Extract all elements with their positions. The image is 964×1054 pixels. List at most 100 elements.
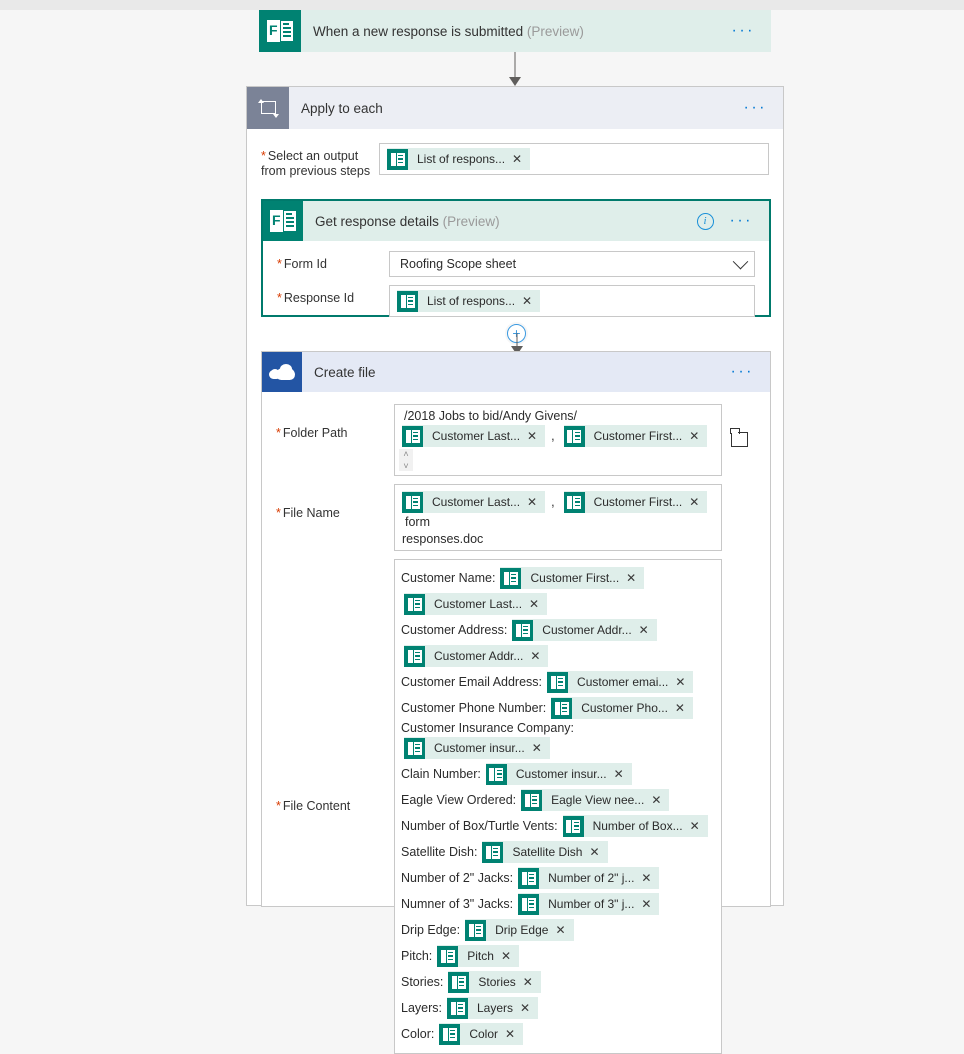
get-response-details-header[interactable]: F Get response details (Preview) i ··· [263, 201, 769, 241]
token-chip[interactable]: Customer emai... ✕ [547, 671, 694, 693]
token-chip-remove-icon[interactable]: ✕ [555, 923, 573, 937]
token-chip-remove-icon[interactable]: ✕ [527, 495, 545, 509]
folder-picker-button[interactable] [722, 404, 756, 476]
response-id-row: * Response Id List of respons... ✕ [263, 285, 769, 317]
token-chip-remove-icon[interactable]: ✕ [520, 1001, 538, 1015]
token-chip[interactable]: Customer First... ✕ [500, 567, 645, 589]
token-chip-remove-icon[interactable]: ✕ [527, 429, 545, 443]
file-name-input[interactable]: Customer Last... ✕ , Customer First... ✕… [394, 484, 722, 551]
forms-token-icon [397, 290, 418, 312]
token-chip-label: Number of 2" j... [548, 871, 635, 885]
token-chip[interactable]: List of respons... ✕ [397, 290, 541, 312]
form-id-dropdown[interactable]: Roofing Scope sheet [389, 251, 755, 277]
form-id-label: * Form Id [277, 251, 389, 272]
file-name-row: * File Name Customer Last... ✕ , Custome… [262, 484, 770, 551]
token-chip-remove-icon[interactable]: ✕ [689, 495, 707, 509]
token-chip-remove-icon[interactable]: ✕ [523, 975, 541, 989]
token-chip-remove-icon[interactable]: ✕ [641, 897, 659, 911]
token-chip[interactable]: Drip Edge ✕ [465, 919, 574, 941]
select-output-input[interactable]: List of respons... ✕ [379, 143, 769, 175]
token-chip[interactable]: Color ✕ [439, 1023, 524, 1045]
token-chip-remove-icon[interactable]: ✕ [530, 649, 548, 663]
token-chip[interactable]: Customer Addr... ✕ [404, 645, 549, 667]
token-chip[interactable]: Pitch ✕ [437, 945, 520, 967]
token-chip-remove-icon[interactable]: ✕ [641, 871, 659, 885]
file-name-label-text: File Name [282, 506, 340, 520]
apply-to-each-menu-button[interactable]: ··· [728, 100, 783, 116]
trigger-card-forms[interactable]: F When a new response is submitted (Prev… [259, 10, 771, 52]
token-chip-remove-icon[interactable]: ✕ [690, 819, 708, 833]
token-chip[interactable]: Customer First... ✕ [563, 491, 708, 513]
trigger-preview-tag: (Preview) [526, 23, 584, 39]
token-chip[interactable]: Customer Last... ✕ [402, 491, 546, 513]
token-chip[interactable]: Number of 2" j... ✕ [518, 867, 660, 889]
token-chip-remove-icon[interactable]: ✕ [512, 152, 530, 166]
file-content-line: Drip Edge: Drip Edge ✕ [401, 917, 715, 943]
token-chip-remove-icon[interactable]: ✕ [529, 597, 547, 611]
token-chip-remove-icon[interactable]: ✕ [689, 429, 707, 443]
token-chip[interactable]: Layers ✕ [447, 997, 539, 1019]
token-chip-remove-icon[interactable]: ✕ [675, 675, 693, 689]
chevron-down-icon[interactable] [732, 253, 749, 269]
response-id-input[interactable]: List of respons... ✕ [389, 285, 755, 317]
apply-to-each-card[interactable]: Apply to each ··· * Select an output from… [246, 86, 784, 1054]
token-chip-remove-icon[interactable]: ✕ [522, 294, 540, 308]
token-chip-remove-icon[interactable]: ✕ [589, 845, 607, 859]
file-content-input[interactable]: Customer Name: Customer First... ✕ Customer… [394, 559, 722, 1054]
response-id-label-text: Response Id [283, 291, 355, 305]
folder-icon [730, 428, 749, 447]
get-response-details-card[interactable]: F Get response details (Preview) i ··· *… [261, 199, 771, 317]
forms-token-icon [563, 491, 585, 513]
create-file-card[interactable]: Create file ··· * Folder Path /2018 Jobs … [261, 351, 771, 1054]
token-chip-label: Customer Addr... [542, 623, 632, 637]
token-chip[interactable]: Customer insur... ✕ [404, 737, 550, 759]
token-chip-remove-icon[interactable]: ✕ [614, 767, 632, 781]
file-content-line: Clain Number: Customer insur... ✕ [401, 761, 715, 787]
folder-path-input[interactable]: /2018 Jobs to bid/Andy Givens/ Customer … [394, 404, 722, 476]
token-chip-label: Pitch [467, 949, 494, 963]
token-chip[interactable]: Stories ✕ [448, 971, 541, 993]
file-content-line: Layers: Layers ✕ [401, 995, 715, 1021]
file-name-label: * File Name [276, 484, 394, 521]
forms-token-icon [518, 867, 540, 889]
form-id-row: * Form Id Roofing Scope sheet [263, 251, 769, 277]
create-file-menu-button[interactable]: ··· [715, 364, 770, 380]
token-chip[interactable]: Customer Last... ✕ [402, 425, 546, 447]
folder-path-label: * Folder Path [276, 404, 394, 441]
token-chip-remove-icon[interactable]: ✕ [505, 1027, 523, 1041]
file-content-line-label: Customer Email Address: [401, 675, 543, 689]
token-chip[interactable]: Number of Box... ✕ [562, 815, 708, 837]
scroll-up-icon[interactable]: ˄ [403, 449, 408, 459]
trigger-menu-button[interactable]: ··· [716, 23, 771, 39]
token-chip-remove-icon[interactable]: ✕ [675, 701, 693, 715]
window-top-strip [0, 0, 964, 10]
info-icon[interactable]: i [696, 212, 714, 230]
get-response-details-menu-button[interactable]: ··· [714, 213, 769, 229]
token-chip-remove-icon[interactable]: ✕ [639, 623, 657, 637]
token-chip[interactable]: Customer Last... ✕ [404, 593, 548, 615]
scroll-down-icon[interactable]: ˅ [403, 461, 408, 471]
token-chip[interactable]: Customer Pho... ✕ [551, 697, 693, 719]
forms-token-icon [439, 1023, 461, 1045]
token-chip-remove-icon[interactable]: ✕ [532, 741, 550, 755]
token-chip[interactable]: List of respons... ✕ [387, 148, 531, 170]
folder-path-scrollbar[interactable]: ˄ ˅ [399, 449, 413, 471]
token-chip[interactable]: Customer Addr... ✕ [512, 619, 657, 641]
token-chip-remove-icon[interactable]: ✕ [501, 949, 519, 963]
create-file-header[interactable]: Create file ··· [262, 352, 770, 392]
token-chip[interactable]: Number of 3" j... ✕ [518, 893, 660, 915]
token-chip[interactable]: Customer insur... ✕ [485, 763, 632, 785]
token-chip-remove-icon[interactable]: ✕ [651, 793, 669, 807]
file-content-line: Customer Email Address: Customer emai... ✕ [401, 669, 715, 695]
file-content-line-label: Layers: [401, 1001, 442, 1015]
select-output-label-line1: Select an output [267, 149, 359, 163]
token-chip[interactable]: Eagle View nee... ✕ [521, 789, 670, 811]
trigger-card-header[interactable]: F When a new response is submitted (Prev… [259, 10, 771, 52]
token-chip-label: Satellite Dish [512, 845, 583, 859]
token-chip[interactable]: Satellite Dish ✕ [482, 841, 608, 863]
token-chip-label: Customer Addr... [434, 649, 524, 663]
token-chip-remove-icon[interactable]: ✕ [626, 571, 644, 585]
token-chip-label: Customer Pho... [581, 701, 668, 715]
apply-to-each-header[interactable]: Apply to each ··· [247, 87, 783, 129]
token-chip[interactable]: Customer First... ✕ [563, 425, 708, 447]
